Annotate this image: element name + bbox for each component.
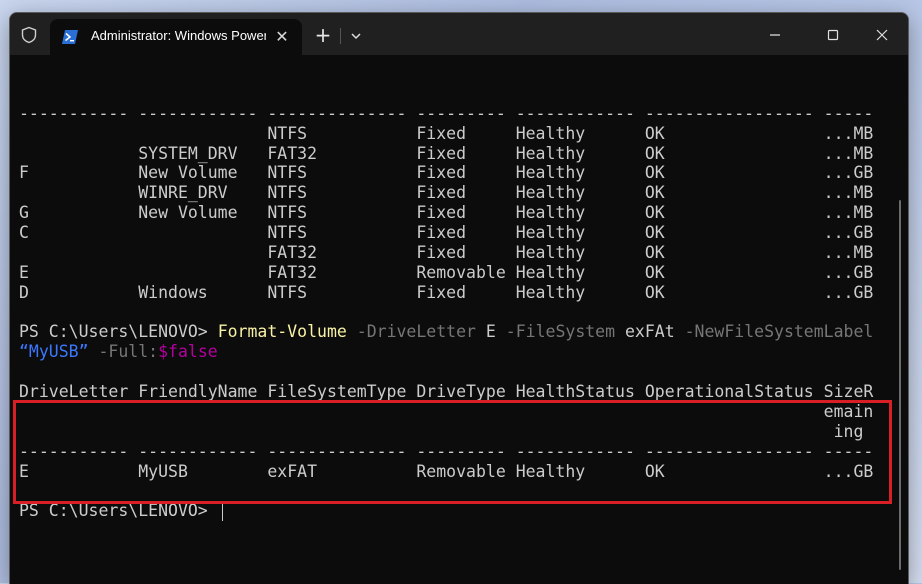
param-filesystem: -FileSystem bbox=[495, 322, 616, 342]
volume-row: WINRE_DRV NTFS Fixed Healthy OK ...MB bbox=[19, 183, 874, 203]
value-filesystem: exFAt bbox=[615, 322, 675, 342]
volume-row: C NTFS Fixed Healthy OK ...GB bbox=[19, 223, 874, 242]
output-separator: ----------- ------------ -------------- … bbox=[19, 103, 874, 123]
value-label: “MyUSB” bbox=[19, 342, 89, 362]
close-icon[interactable] bbox=[871, 25, 893, 45]
volume-row: G New Volume NTFS Fixed Healthy OK ...MB bbox=[19, 203, 874, 223]
title-bar[interactable]: Administrator: Windows PowerShell ✕ + bbox=[10, 13, 908, 55]
tab-title: Administrator: Windows PowerShell bbox=[91, 28, 266, 43]
output-line: ing bbox=[19, 83, 908, 103]
prompt: PS C:\Users\LENOVO> bbox=[19, 322, 218, 342]
value-full: $false bbox=[158, 342, 218, 362]
cmdlet: Format-Volume bbox=[217, 322, 347, 342]
param-label: -NewFileSystemLabel bbox=[674, 322, 874, 342]
maximize-icon[interactable] bbox=[822, 25, 844, 45]
value-driveletter: E bbox=[475, 322, 496, 342]
volume-row: F New Volume NTFS Fixed Healthy OK ...GB bbox=[19, 163, 874, 183]
param-driveletter: -DriveLetter bbox=[346, 322, 476, 342]
volume-row: FAT32 Fixed Healthy OK ...MB bbox=[19, 242, 874, 262]
new-tab-button[interactable]: + bbox=[310, 25, 336, 46]
cursor bbox=[221, 502, 223, 521]
command-line: PS C:\Users\LENOVO> Format-Volume -Drive… bbox=[19, 322, 908, 342]
command-line-wrap: “MyUSB” -Full:$false bbox=[19, 342, 908, 362]
highlight-box bbox=[13, 400, 892, 504]
volume-row: E FAT32 Removable Healthy OK ...GB bbox=[19, 262, 874, 282]
close-icon[interactable]: ✕ bbox=[272, 27, 292, 47]
volume-row: NTFS Fixed Healthy OK ...MB bbox=[19, 123, 874, 143]
result-header: DriveLetter FriendlyName FileSystemType … bbox=[19, 382, 874, 401]
minimize-icon[interactable] bbox=[764, 25, 786, 45]
powershell-icon bbox=[62, 30, 78, 44]
prompt-line[interactable]: PS C:\Users\LENOVO> bbox=[19, 501, 908, 521]
terminal-content[interactable]: emain ing ----------- ------------ -----… bbox=[10, 55, 908, 584]
shield-icon bbox=[21, 26, 37, 44]
prompt: PS C:\Users\LENOVO> bbox=[19, 501, 218, 521]
terminal-window: Administrator: Windows PowerShell ✕ + bbox=[9, 12, 909, 584]
volume-row: D Windows NTFS Fixed Healthy OK ...GB bbox=[19, 282, 874, 302]
scrollbar[interactable] bbox=[899, 200, 901, 570]
volume-row: SYSTEM_DRV FAT32 Fixed Healthy OK ...MB bbox=[19, 143, 874, 163]
chevron-down-icon[interactable] bbox=[344, 26, 368, 46]
tab-powershell[interactable]: Administrator: Windows PowerShell ✕ bbox=[50, 19, 302, 55]
param-full: -Full: bbox=[88, 342, 159, 362]
output-line: emain bbox=[19, 64, 908, 84]
tab-divider bbox=[340, 28, 341, 44]
